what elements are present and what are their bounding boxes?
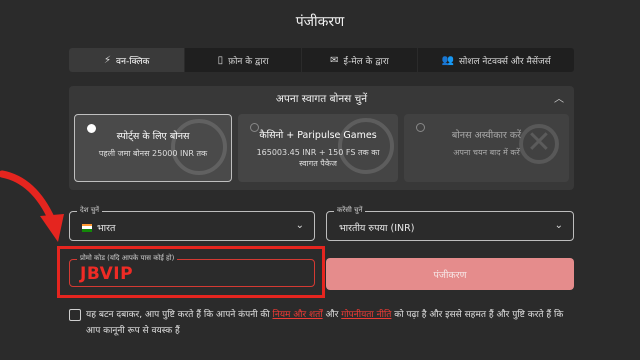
tab-label: सोशल नेटवर्क्स और मैसेंजर्स (458, 56, 551, 67)
bonus-card-title: स्पोर्ट्स के लिए बोनस (116, 131, 190, 142)
privacy-link[interactable]: गोपनीयता नीति (341, 310, 391, 320)
country-select[interactable]: देश चुनें भारत ⌄ (69, 206, 315, 241)
chevron-down-icon[interactable]: ⌄ (555, 220, 563, 231)
tab-phone[interactable]: ▯ फ़ोन के द्वारा (185, 48, 302, 72)
bonus-card-subtitle: 165003.45 INR + 150 FS तक का स्वागत पैके… (256, 148, 380, 168)
welcome-bonus-panel: अपना स्वागत बोनस चुनें ︿ स्पोर्ट्स के लि… (69, 86, 574, 190)
bonus-card-subtitle: पहली जमा बोनस 25000 INR तक (98, 149, 208, 158)
india-flag-icon (82, 223, 92, 232)
country-label: देश चुनें (77, 206, 103, 215)
tab-email[interactable]: ✉ ई-मेल के द्वारा (302, 48, 419, 72)
bonus-card-casino[interactable]: कैसिनो + Paripulse Games 165003.45 INR +… (238, 114, 398, 182)
envelope-icon: ✉ (330, 54, 339, 66)
chevron-up-icon[interactable]: ︿ (554, 90, 564, 105)
bonus-card-subtitle: अपना चयन बाद में करें (453, 148, 520, 157)
tab-label: ई-मेल के द्वारा (343, 56, 389, 67)
promo-code-value[interactable]: JBVIP (80, 264, 133, 284)
red-arrow-annotation (0, 170, 64, 242)
tab-label: वन-क्लिक (115, 56, 150, 67)
promo-code-field[interactable]: प्रोमो कोड (यदि आपके पास कोई हो) JBVIP (69, 254, 315, 287)
terms-link[interactable]: नियम और शर्तों (273, 310, 323, 320)
terms-text-part: यह बटन दबाकर, आप पुष्टि करते हैं कि आपने… (86, 310, 273, 320)
phone-icon: ▯ (217, 54, 224, 66)
bonus-card-title: बोनस अस्वीकार करें (451, 130, 522, 141)
football-icon (171, 119, 227, 175)
bonus-card-sports[interactable]: स्पोर्ट्स के लिए बोनस पहली जमा बोनस 2500… (74, 114, 232, 182)
terms-checkbox[interactable] (69, 309, 81, 321)
country-value: भारत (97, 223, 116, 234)
currency-select[interactable]: करेंसी चुनें भारतीय रुपया (INR) ⌄ (326, 206, 574, 241)
tab-social[interactable]: 👥 सोशल नेटवर्क्स और मैसेंजर्स (418, 48, 574, 72)
register-button[interactable]: पंजीकरण (326, 258, 574, 290)
currency-label: करेंसी चुनें (334, 206, 366, 215)
bonus-card-title: कैसिनो + Paripulse Games (259, 130, 377, 141)
page-title: पंजीकरण (295, 14, 345, 30)
bonus-heading: अपना स्वागत बोनस चुनें (275, 93, 368, 105)
tab-one-click[interactable]: ⚡ वन-क्लिक (69, 48, 186, 72)
currency-value: भारतीय रुपया (INR) (339, 223, 415, 234)
chevron-down-icon[interactable]: ⌄ (296, 220, 304, 231)
terms-text-part: और (322, 310, 342, 320)
registration-tabs: ⚡ वन-क्लिक ▯ फ़ोन के द्वारा ✉ ई-मेल के द… (69, 48, 574, 72)
tab-label: फ़ोन के द्वारा (228, 56, 269, 67)
promo-label: प्रोमो कोड (यदि आपके पास कोई हो) (77, 254, 178, 263)
bonus-card-decline[interactable]: ✕ बोनस अस्वीकार करें अपना चयन बाद में कर… (404, 114, 569, 182)
terms-text: यह बटन दबाकर, आप पुष्टि करते हैं कि आपने… (86, 307, 576, 339)
lightning-icon: ⚡ (103, 54, 111, 66)
people-icon: 👥 (441, 54, 454, 66)
